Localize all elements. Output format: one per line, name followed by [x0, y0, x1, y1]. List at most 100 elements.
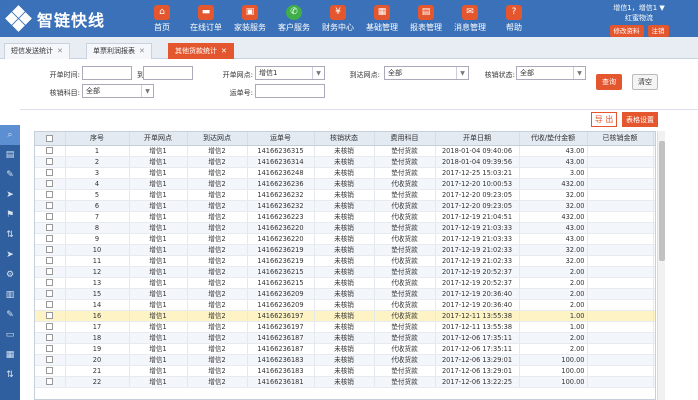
table-row[interactable]: 4 增信1 增信2 14166236236 未核销 代收货款 2017-12-20 10:0… [35, 178, 655, 190]
transfer-icon[interactable]: ⇅ [0, 225, 20, 245]
nav-item-0[interactable]: ⌂ 首页 [140, 0, 184, 37]
checkbox-icon[interactable] [46, 301, 54, 308]
checkbox-icon[interactable] [46, 134, 54, 142]
tab-profit-report[interactable]: 单票利润报表 ✕ [86, 43, 152, 59]
query-button[interactable]: 查询 [596, 74, 622, 90]
tab-other-payment-stats[interactable]: 其他货款统计 ✕ [168, 43, 234, 59]
nav-item-8[interactable]: ? 帮助 [492, 0, 536, 37]
close-icon[interactable]: ✕ [139, 47, 145, 55]
table-row[interactable]: 2 增信1 增信2 14166236314 未核销 垫付货款 2018-01-04 09:3… [35, 156, 655, 168]
row-checkbox[interactable] [35, 156, 66, 168]
logout-button[interactable]: 注销 [647, 25, 669, 37]
checkbox-icon[interactable] [46, 356, 54, 363]
nav-item-6[interactable]: ▤ 报表管理 [404, 0, 448, 37]
user-name-dropdown[interactable]: 增信1，增信1 ▼ [584, 3, 694, 13]
checkbox-icon[interactable] [46, 268, 54, 275]
checkbox-icon[interactable] [46, 202, 54, 209]
table-row[interactable]: 16 增信1 增信2 14166236197 未核销 代收货款 2017-12-11 13:… [35, 310, 655, 322]
nav-item-5[interactable]: ▦ 基础管理 [360, 0, 404, 37]
row-checkbox[interactable] [35, 277, 66, 289]
edit-icon[interactable]: ✎ [0, 305, 20, 325]
checkbox-icon[interactable] [46, 224, 54, 231]
checkbox-icon[interactable] [46, 345, 54, 352]
row-checkbox[interactable] [35, 255, 66, 267]
checkbox-icon[interactable] [46, 235, 54, 242]
column-header[interactable]: 开单网点 [129, 132, 188, 146]
row-checkbox[interactable] [35, 299, 66, 311]
open-time-from-input[interactable] [82, 66, 132, 80]
row-checkbox[interactable] [35, 354, 66, 366]
row-checkbox[interactable] [35, 343, 66, 355]
table-row[interactable]: 5 增信1 增信2 14166236232 未核销 垫付货款 2017-12-20 09:2… [35, 189, 655, 201]
clear-button[interactable]: 清空 [632, 74, 658, 90]
waybill-input[interactable] [255, 84, 325, 98]
column-header[interactable]: 序号 [65, 132, 130, 146]
column-header[interactable]: 代收/垫付金额 [519, 132, 588, 146]
table-settings-button[interactable]: 表格设置 [622, 112, 658, 127]
nav-item-2[interactable]: ▣ 家装服务 [228, 0, 272, 37]
verify-subject-select[interactable]: 全部 ▼ [82, 84, 154, 98]
table-row[interactable]: 18 增信1 增信2 14166236187 未核销 垫付货款 2017-12-06 17:… [35, 332, 655, 344]
table-row[interactable]: 12 增信1 增信2 14166236215 未核销 垫付货款 2017-12-19 20:… [35, 266, 655, 278]
row-checkbox[interactable] [35, 222, 66, 234]
table-row[interactable]: 10 增信1 增信2 14166236219 未核销 垫付货款 2017-12-19 21:… [35, 244, 655, 256]
row-checkbox[interactable] [35, 244, 66, 256]
column-header[interactable]: 已核销金额 [587, 132, 654, 146]
checkbox-icon[interactable] [46, 378, 54, 385]
row-checkbox[interactable] [35, 167, 66, 179]
row-checkbox[interactable] [35, 200, 66, 212]
column-header[interactable]: 核销状态 [314, 132, 375, 146]
checkbox-icon[interactable] [46, 334, 54, 341]
select-all-checkbox[interactable] [35, 132, 66, 146]
send-icon[interactable]: ➤ [0, 245, 20, 265]
edit-profile-button[interactable]: 修改资料 [609, 25, 644, 37]
table-row[interactable]: 8 增信1 增信2 14166236220 未核销 垫付货款 2017-12-19 21:0… [35, 222, 655, 234]
checkbox-icon[interactable] [46, 323, 54, 330]
chart-icon[interactable]: ▥ [0, 285, 20, 305]
export-button[interactable]: 导 出 [591, 112, 617, 127]
row-checkbox[interactable] [35, 365, 66, 377]
row-checkbox[interactable] [35, 233, 66, 245]
table-row[interactable]: 17 增信1 增信2 14166236197 未核销 垫付货款 2017-12-11 13:… [35, 321, 655, 333]
table-row[interactable]: 22 增信1 增信2 14166236181 未核销 垫付货款 2017-12-06 13:… [35, 376, 655, 388]
scrollbar-thumb[interactable] [659, 141, 665, 261]
checkbox-icon[interactable] [46, 246, 54, 253]
column-header[interactable]: 未核销金额 [653, 132, 655, 146]
edit-icon[interactable]: ✎ [0, 165, 20, 185]
row-checkbox[interactable] [35, 178, 66, 190]
transfer-icon[interactable]: ⇅ [0, 365, 20, 385]
checkbox-icon[interactable] [46, 147, 54, 154]
nav-item-1[interactable]: ▬ 在线订单 [184, 0, 228, 37]
send-icon[interactable]: ➤ [0, 185, 20, 205]
checkbox-icon[interactable] [46, 257, 54, 264]
row-checkbox[interactable] [35, 321, 66, 333]
table-row[interactable]: 6 增信1 增信2 14166236232 未核销 代收货款 2017-12-20 09:2… [35, 200, 655, 212]
table-row[interactable]: 9 增信1 增信2 14166236220 未核销 代收货款 2017-12-19 21:0… [35, 233, 655, 245]
table-row[interactable]: 21 增信1 增信2 14166236183 未核销 垫付货款 2017-12-06 13:… [35, 365, 655, 377]
search-icon[interactable]: ⌕ [0, 125, 20, 145]
table-row[interactable]: 13 增信1 增信2 14166236215 未核销 代收货款 2017-12-19 20:… [35, 277, 655, 289]
table-row[interactable]: 19 增信1 增信2 14166236187 未核销 代收货款 2017-12-06 17:… [35, 343, 655, 355]
column-header[interactable]: 开单日期 [435, 132, 520, 146]
report-icon[interactable]: ▤ [0, 145, 20, 165]
open-point-select[interactable]: 增信1 ▼ [255, 66, 325, 80]
app-logo[interactable]: 智链快线 [5, 4, 156, 34]
nav-item-3[interactable]: ✆ 客户服务 [272, 0, 316, 37]
arrive-point-select[interactable]: 全部 ▼ [384, 66, 469, 80]
checkbox-icon[interactable] [46, 169, 54, 176]
table-row[interactable]: 1 增信1 增信2 14166236315 未核销 垫付货款 2018-01-04 09:4… [35, 145, 655, 157]
vertical-scrollbar[interactable] [657, 131, 665, 400]
verify-status-select[interactable]: 全部 ▼ [516, 66, 586, 80]
table-row[interactable]: 7 增信1 增信2 14166236223 未核销 代收货款 2017-12-19 21:0… [35, 211, 655, 223]
row-checkbox[interactable] [35, 145, 66, 157]
settings-icon[interactable]: ⚙ [0, 265, 20, 285]
calendar-icon[interactable]: ▦ [0, 345, 20, 365]
checkbox-icon[interactable] [46, 290, 54, 297]
column-header[interactable]: 运单号 [247, 132, 315, 146]
table-row[interactable]: 15 增信1 增信2 14166236209 未核销 垫付货款 2017-12-19 20:… [35, 288, 655, 300]
row-checkbox[interactable] [35, 189, 66, 201]
checkbox-icon[interactable] [46, 191, 54, 198]
checkbox-icon[interactable] [46, 367, 54, 374]
row-checkbox[interactable] [35, 288, 66, 300]
card-icon[interactable]: ▭ [0, 325, 20, 345]
